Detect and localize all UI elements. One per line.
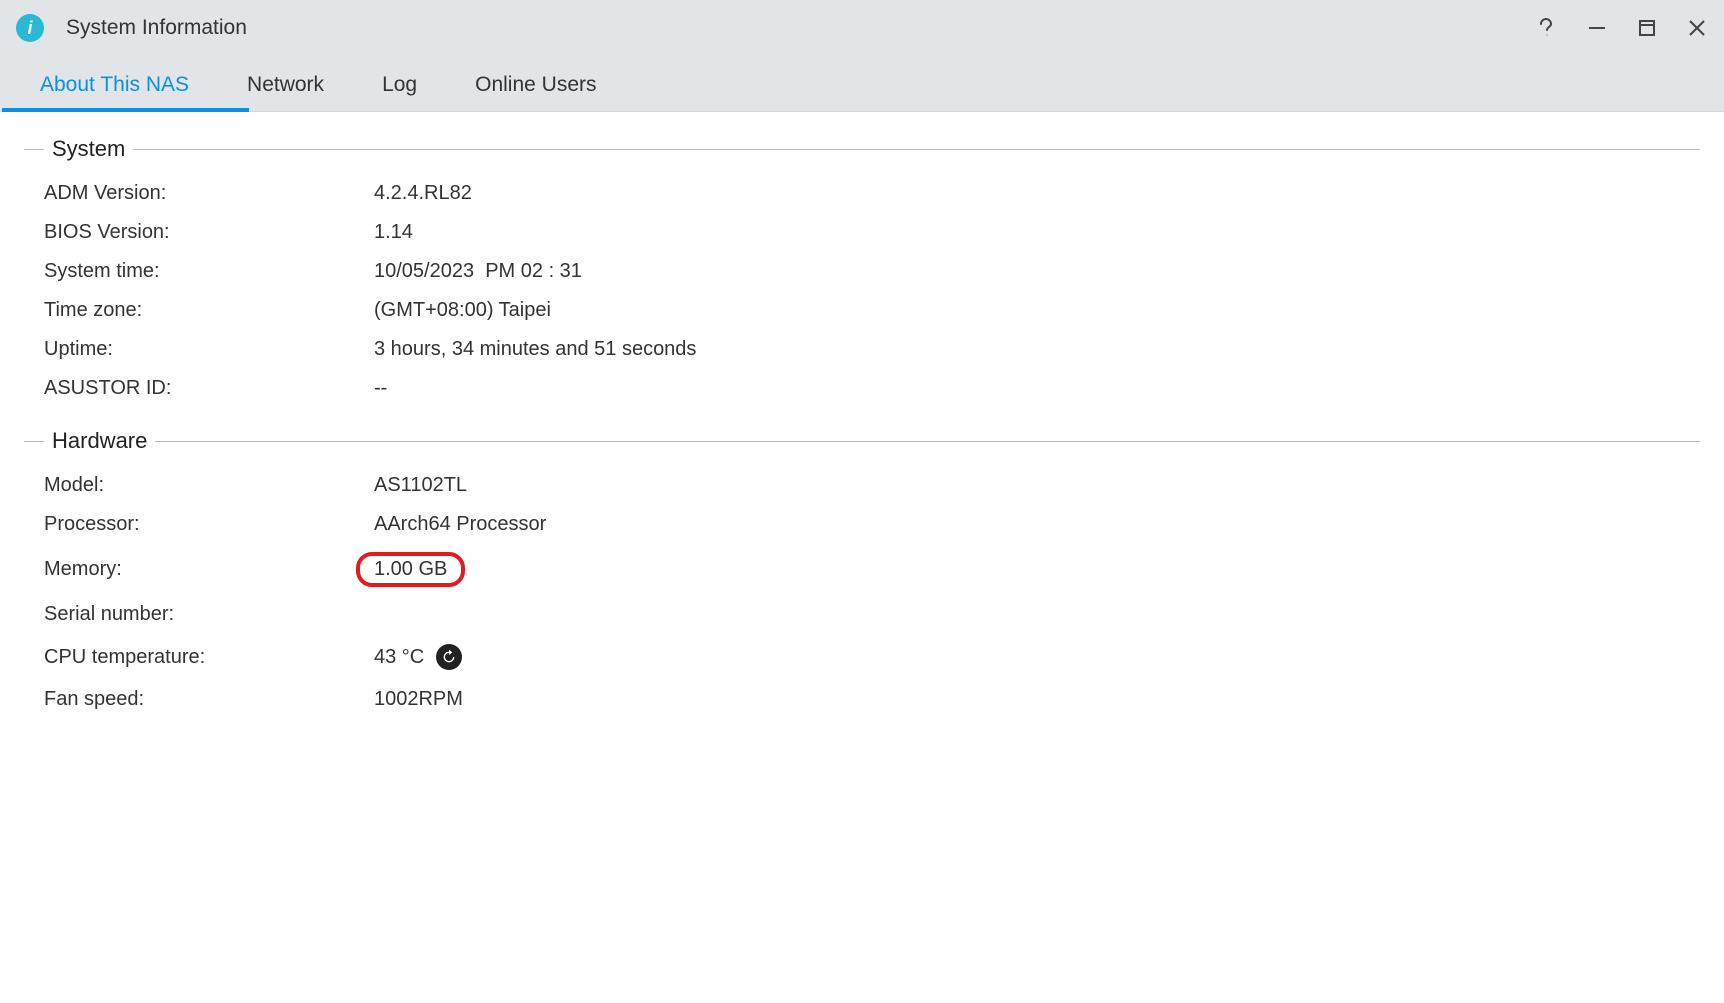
titlebar: i System Information <box>0 0 1724 56</box>
section-title-system: System <box>52 136 133 162</box>
label-processor: Processor: <box>24 513 374 536</box>
value-cpu-temperature-wrap: 43 °C <box>374 644 462 670</box>
label-bios-version: BIOS Version: <box>24 221 374 244</box>
tab-bar: About This NAS Network Log Online Users <box>0 56 1724 112</box>
row-processor: Processor: AArch64 Processor <box>24 505 1700 544</box>
value-bios-version: 1.14 <box>374 221 413 244</box>
value-uptime: 3 hours, 34 minutes and 51 seconds <box>374 338 696 361</box>
row-system-time: System time: 10/05/2023 PM 02 : 31 <box>24 252 1700 291</box>
help-button[interactable] <box>1536 17 1558 39</box>
row-adm-version: ADM Version: 4.2.4.RL82 <box>24 174 1700 213</box>
value-fan-speed: 1002RPM <box>374 688 463 711</box>
window-controls <box>1536 17 1708 39</box>
minimize-button[interactable] <box>1586 17 1608 39</box>
content-area: System ADM Version: 4.2.4.RL82 BIOS Vers… <box>0 112 1724 719</box>
row-time-zone: Time zone: (GMT+08:00) Taipei <box>24 291 1700 330</box>
row-fan-speed: Fan speed: 1002RPM <box>24 680 1700 719</box>
section-header-hardware: Hardware <box>24 428 1700 454</box>
label-system-time: System time: <box>24 260 374 283</box>
label-cpu-temperature: CPU temperature: <box>24 646 374 669</box>
section-header-system: System <box>24 136 1700 162</box>
value-memory-wrap: 1.00 GB <box>374 552 465 587</box>
tab-online-users[interactable]: Online Users <box>457 59 636 111</box>
value-cpu-temperature: 43 °C <box>374 646 424 669</box>
row-model: Model: AS1102TL <box>24 466 1700 505</box>
refresh-cpu-temp-button[interactable] <box>436 644 462 670</box>
value-memory: 1.00 GB <box>356 552 465 587</box>
label-adm-version: ADM Version: <box>24 182 374 205</box>
value-time-zone: (GMT+08:00) Taipei <box>374 299 551 322</box>
label-memory: Memory: <box>24 558 374 581</box>
label-uptime: Uptime: <box>24 338 374 361</box>
tab-about-this-nas[interactable]: About This NAS <box>22 59 229 111</box>
section-system: System ADM Version: 4.2.4.RL82 BIOS Vers… <box>24 136 1700 408</box>
label-fan-speed: Fan speed: <box>24 688 374 711</box>
close-button[interactable] <box>1686 17 1708 39</box>
tab-network[interactable]: Network <box>229 59 364 111</box>
label-serial-number: Serial number: <box>24 603 374 626</box>
window-title: System Information <box>66 16 1536 40</box>
info-icon: i <box>16 14 44 42</box>
value-adm-version: 4.2.4.RL82 <box>374 182 472 205</box>
row-memory: Memory: 1.00 GB <box>24 544 1700 595</box>
row-asustor-id: ASUSTOR ID: -- <box>24 369 1700 408</box>
row-serial-number: Serial number: <box>24 595 1700 634</box>
label-model: Model: <box>24 474 374 497</box>
section-hardware: Hardware Model: AS1102TL Processor: AArc… <box>24 428 1700 719</box>
refresh-icon <box>441 649 457 665</box>
tab-log[interactable]: Log <box>364 59 457 111</box>
row-uptime: Uptime: 3 hours, 34 minutes and 51 secon… <box>24 330 1700 369</box>
value-model: AS1102TL <box>374 474 467 497</box>
maximize-button[interactable] <box>1636 17 1658 39</box>
label-time-zone: Time zone: <box>24 299 374 322</box>
value-asustor-id: -- <box>374 377 387 400</box>
label-asustor-id: ASUSTOR ID: <box>24 377 374 400</box>
value-system-time: 10/05/2023 PM 02 : 31 <box>374 260 582 283</box>
value-processor: AArch64 Processor <box>374 513 546 536</box>
row-cpu-temperature: CPU temperature: 43 °C <box>24 634 1700 680</box>
row-bios-version: BIOS Version: 1.14 <box>24 213 1700 252</box>
section-title-hardware: Hardware <box>52 428 155 454</box>
